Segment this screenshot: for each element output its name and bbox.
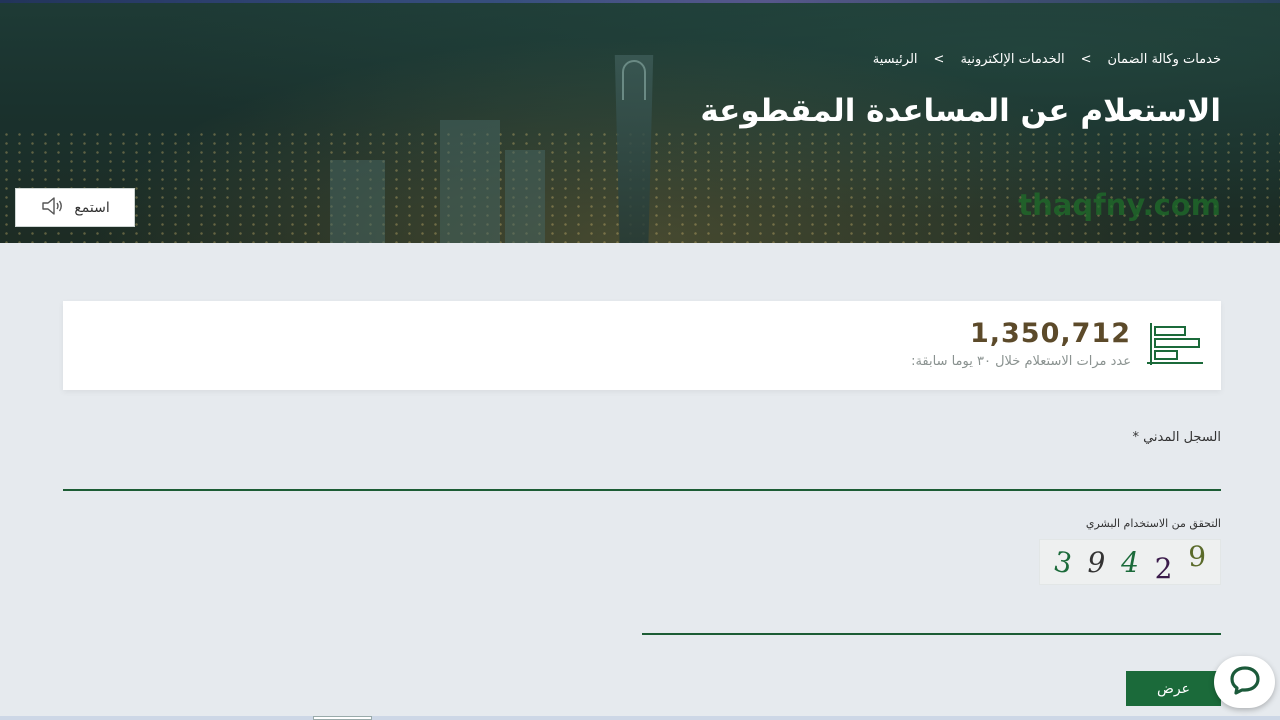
breadcrumb-current[interactable]: خدمات وكالة الضمان: [1107, 52, 1221, 67]
bar-chart-icon: [1147, 321, 1205, 371]
civil-record-input[interactable]: [63, 456, 1221, 491]
speaker-icon: [40, 195, 64, 221]
chat-bubble-icon: [1229, 665, 1261, 699]
query-count-label: عدد مرات الاستعلام خلال ٣٠ يوما سابقة:: [911, 354, 1131, 369]
chevron-left-icon: >: [933, 52, 945, 67]
watermark: thaqfny.com: [1018, 188, 1221, 222]
page-title: الاستعلام عن المساعدة المقطوعة: [700, 93, 1221, 129]
captcha-char: 9: [1087, 545, 1106, 579]
captcha-input[interactable]: [642, 600, 1221, 635]
listen-button[interactable]: استمع: [15, 188, 135, 227]
hero-banner: الرئيسية > الخدمات الإلكترونية > خدمات و…: [0, 0, 1280, 243]
civil-record-label: السجل المدني *: [1132, 430, 1221, 445]
kingdom-tower-opening: [622, 60, 646, 100]
captcha-char: 4: [1121, 545, 1139, 579]
captcha-char: 3: [1050, 544, 1075, 580]
captcha-char: 2: [1154, 551, 1173, 585]
breadcrumb: الرئيسية > الخدمات الإلكترونية > خدمات و…: [873, 52, 1221, 67]
stats-card: 1,350,712 عدد مرات الاستعلام خلال ٣٠ يوم…: [63, 301, 1221, 390]
submit-button[interactable]: عرض: [1126, 671, 1221, 706]
breadcrumb-home[interactable]: الرئيسية: [873, 52, 918, 67]
query-count: 1,350,712: [969, 318, 1131, 349]
captcha-label: التحقق من الاستخدام البشري: [1085, 517, 1221, 530]
captcha-char: 9: [1188, 539, 1207, 573]
captcha-image: 3 9 4 2 9: [1039, 539, 1221, 585]
building: [440, 120, 500, 243]
chat-button[interactable]: [1214, 656, 1275, 708]
breadcrumb-eservices[interactable]: الخدمات الإلكترونية: [960, 52, 1064, 67]
building: [505, 150, 545, 243]
building: [330, 160, 385, 243]
taskbar-strip: [0, 716, 1280, 720]
taskbar-segment: [313, 716, 372, 720]
listen-label: استمع: [74, 199, 110, 216]
chevron-left-icon: >: [1080, 52, 1092, 67]
